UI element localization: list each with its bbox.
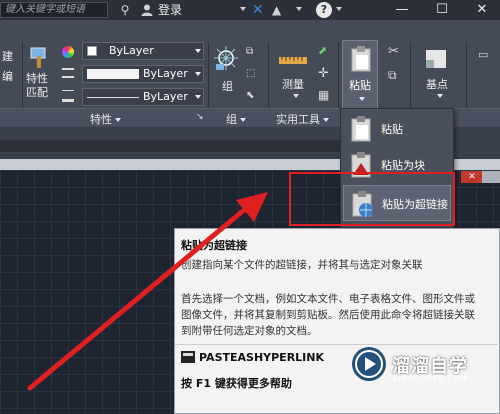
annotation-arrow <box>27 192 268 391</box>
